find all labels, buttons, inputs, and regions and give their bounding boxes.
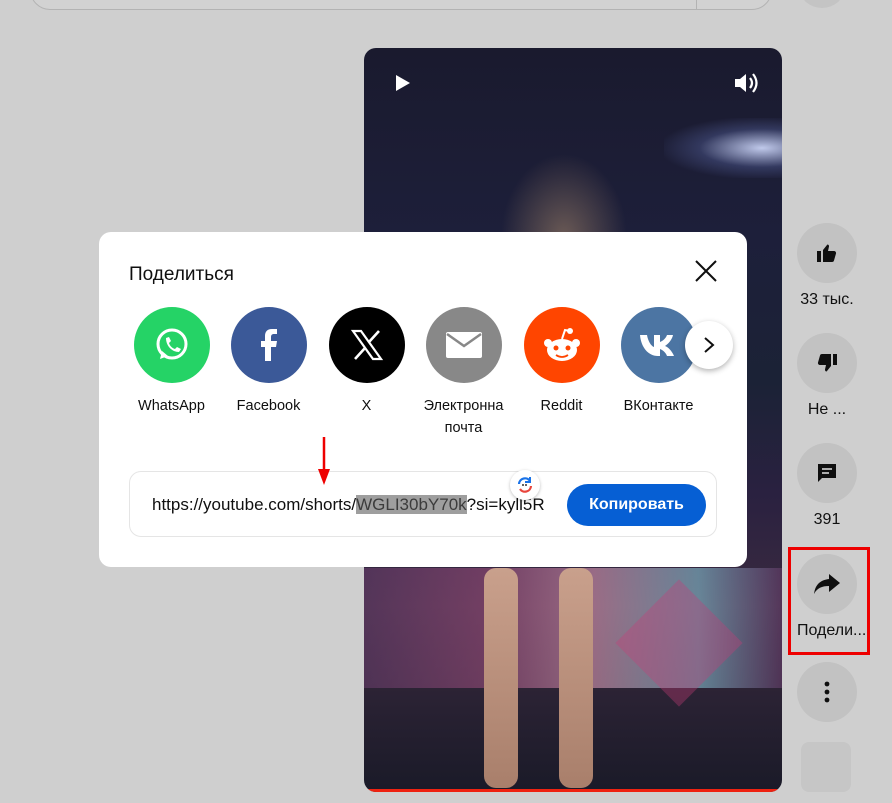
reddit-icon: [523, 307, 600, 383]
like-button[interactable]: [797, 223, 857, 283]
performer-leg: [559, 568, 593, 788]
thumbs-up-icon: [817, 244, 837, 262]
comment-button[interactable]: [797, 443, 857, 503]
share-target-x[interactable]: X: [319, 307, 414, 417]
link-prefix: https://youtube.com/shorts/: [152, 495, 357, 514]
dislike-label: Не ...: [807, 401, 847, 418]
annotation-arrow-icon: [318, 437, 330, 485]
more-vert-icon: [824, 681, 830, 703]
search-divider: [696, 0, 697, 9]
comment-count: 391: [813, 511, 841, 528]
share-target-whatsapp[interactable]: WhatsApp: [124, 307, 219, 417]
share-link-field[interactable]: https://youtube.com/shorts/WGLI30bY70k?s…: [129, 470, 717, 537]
translate-extension-icon[interactable]: [510, 470, 540, 500]
volume-icon[interactable]: [734, 72, 760, 94]
share-target-label: Электронна почта: [423, 398, 504, 436]
search-bar[interactable]: [30, 0, 772, 10]
close-icon[interactable]: [693, 258, 719, 284]
facebook-icon: [230, 307, 307, 383]
share-target-label: WhatsApp: [138, 398, 205, 414]
more-options-button[interactable]: [797, 662, 857, 722]
more-action: [797, 662, 857, 722]
link-video-id-selected: WGLI30bY70k: [356, 495, 467, 514]
like-action: 33 тыс.: [797, 223, 857, 309]
copy-button[interactable]: Копировать: [567, 484, 706, 526]
like-count: 33 тыс.: [800, 291, 854, 308]
thumbs-down-icon: [817, 354, 837, 372]
dislike-action: Не ...: [797, 333, 857, 419]
share-link-text[interactable]: https://youtube.com/shorts/WGLI30bY70k?s…: [152, 494, 557, 516]
share-target-label: Facebook: [236, 398, 301, 414]
top-icon-button[interactable]: [800, 0, 844, 8]
video-progress-bar[interactable]: [364, 789, 782, 792]
comment-action: 391: [797, 443, 857, 529]
share-target-facebook[interactable]: Facebook: [221, 307, 316, 417]
stage-light: [664, 118, 782, 178]
performer-leg: [484, 568, 518, 788]
next-targets-button[interactable]: [685, 321, 733, 369]
annotation-highlight-box: [788, 547, 870, 655]
share-target-label: Reddit: [540, 398, 583, 414]
comment-icon: [818, 464, 836, 482]
play-icon[interactable]: [395, 74, 411, 92]
share-targets: WhatsApp Facebook X Электронна почта Red…: [129, 307, 729, 436]
share-target-reddit[interactable]: Reddit: [514, 307, 609, 417]
dialog-title: Поделиться: [129, 264, 234, 285]
whatsapp-icon: [133, 307, 210, 383]
x-icon: [328, 307, 405, 383]
share-target-email[interactable]: Электронна почта: [416, 307, 511, 439]
channel-thumbnail[interactable]: [801, 742, 851, 792]
email-icon: [425, 307, 502, 383]
link-suffix: ?si=kyll5R: [466, 495, 545, 514]
share-target-label: X: [361, 398, 372, 414]
share-target-label: ВКонтакте: [623, 398, 694, 414]
dislike-button[interactable]: [797, 333, 857, 393]
share-dialog: Поделиться WhatsApp Facebook X Электронн…: [99, 232, 747, 567]
chevron-right-icon: [704, 337, 715, 353]
